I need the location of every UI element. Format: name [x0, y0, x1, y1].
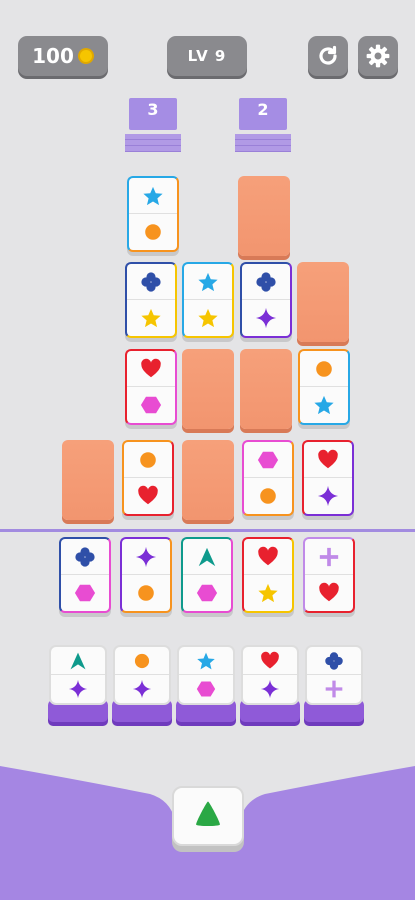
- star-yellow-icon: [127, 300, 175, 336]
- covered-tile: [297, 262, 349, 342]
- domino-tile[interactable]: [298, 349, 350, 425]
- tile-stack-right: 2: [235, 98, 291, 154]
- domino-tile[interactable]: [182, 262, 234, 338]
- heart-icon: [127, 351, 175, 387]
- domino-tile[interactable]: [59, 537, 111, 613]
- star-icon: [300, 387, 348, 423]
- settings-button[interactable]: [358, 36, 398, 76]
- slot-tile[interactable]: [177, 645, 235, 705]
- stack-count: 3: [129, 98, 177, 130]
- heart-icon: [124, 478, 172, 514]
- level-indicator: LV 9: [167, 36, 247, 76]
- hexagon-icon: [244, 442, 292, 478]
- coin-icon: [75, 45, 97, 67]
- circle-icon: [124, 442, 172, 478]
- sparkle-icon: [51, 675, 105, 703]
- circle-icon: [115, 647, 169, 675]
- hold-slot[interactable]: [172, 786, 244, 846]
- triangle-green-icon: [193, 799, 223, 833]
- hexagon-icon: [61, 575, 109, 611]
- covered-tile: [62, 440, 114, 520]
- star-yellow-icon: [184, 300, 232, 336]
- triangle-teal-icon: [51, 647, 105, 675]
- domino-tile[interactable]: [181, 537, 233, 613]
- covered-tile: [182, 349, 234, 429]
- domino-tile[interactable]: [242, 537, 294, 613]
- star-icon: [129, 178, 177, 214]
- coin-count: 100: [32, 44, 74, 68]
- heart-icon: [244, 539, 292, 575]
- domino-tile[interactable]: [122, 440, 174, 516]
- board-divider: [0, 529, 415, 532]
- covered-tile: [238, 176, 290, 256]
- star-icon: [184, 264, 232, 300]
- club-icon: [61, 539, 109, 575]
- covered-tile: [240, 349, 292, 429]
- heart-icon: [304, 442, 352, 478]
- domino-tile[interactable]: [242, 440, 294, 516]
- slot-tile[interactable]: [113, 645, 171, 705]
- sparkle-icon: [242, 300, 290, 336]
- triangle-teal-icon: [183, 539, 231, 575]
- restart-icon: [319, 45, 337, 65]
- domino-tile[interactable]: [127, 176, 179, 252]
- sparkle-icon: [122, 539, 170, 575]
- domino-tile[interactable]: [120, 537, 172, 613]
- domino-tile[interactable]: [125, 349, 177, 425]
- domino-tile[interactable]: [240, 262, 292, 338]
- domino-tile[interactable]: [302, 440, 354, 516]
- gear-icon: [366, 44, 390, 68]
- domino-tile[interactable]: [125, 262, 177, 338]
- star-icon: [179, 647, 233, 675]
- heart-icon: [243, 647, 297, 675]
- circle-icon: [129, 214, 177, 250]
- sparkle-icon: [115, 675, 169, 703]
- stack-count: 2: [239, 98, 287, 130]
- plus-icon: [307, 675, 361, 703]
- covered-tile: [182, 440, 234, 520]
- domino-tile[interactable]: [303, 537, 355, 613]
- hexagon-icon: [179, 675, 233, 703]
- slot-tile[interactable]: [49, 645, 107, 705]
- coin-counter: 100: [18, 36, 108, 76]
- circle-icon: [122, 575, 170, 611]
- slot-tile[interactable]: [241, 645, 299, 705]
- heart-icon: [305, 575, 353, 611]
- restart-button[interactable]: [308, 36, 348, 76]
- slot-tile[interactable]: [305, 645, 363, 705]
- plus-icon: [305, 539, 353, 575]
- hexagon-icon: [183, 575, 231, 611]
- star-yellow-icon: [244, 575, 292, 611]
- circle-icon: [244, 478, 292, 514]
- sparkle-icon: [304, 478, 352, 514]
- tile-stack-left: 3: [125, 98, 181, 154]
- hexagon-icon: [127, 387, 175, 423]
- club-icon: [242, 264, 290, 300]
- club-icon: [127, 264, 175, 300]
- sparkle-icon: [243, 675, 297, 703]
- club-icon: [307, 647, 361, 675]
- level-label: LV 9: [187, 47, 227, 65]
- circle-icon: [300, 351, 348, 387]
